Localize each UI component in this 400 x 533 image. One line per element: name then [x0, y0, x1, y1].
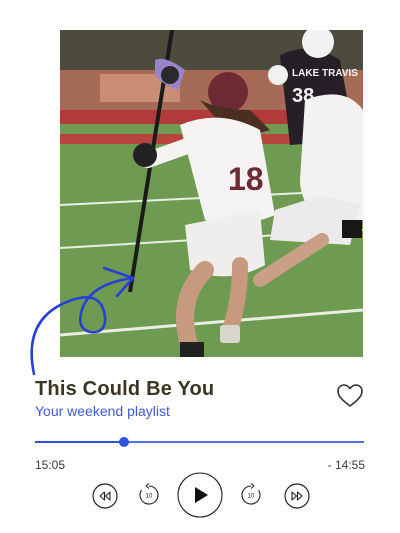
jersey-number-front: 18	[228, 161, 264, 197]
doodle-arrow-icon	[30, 266, 135, 376]
progress-bar[interactable]	[35, 436, 364, 447]
fast-forward-icon	[284, 483, 310, 509]
track-subtitle: Your weekend playlist	[35, 403, 170, 419]
rewind-icon	[92, 483, 118, 509]
play-button[interactable]	[177, 472, 223, 518]
progress-fill	[35, 441, 124, 443]
remaining-time: - 14:55	[327, 458, 365, 472]
skip-forward-10-icon: 10	[241, 483, 261, 505]
jersey-text: LAKE TRAVIS	[292, 68, 358, 79]
track-title: This Could Be You	[35, 378, 215, 400]
rewind-button[interactable]	[92, 483, 118, 509]
skip-back-10-button[interactable]: 10	[137, 482, 161, 508]
skip-forward-seconds: 10	[248, 494, 255, 500]
heart-icon	[337, 384, 363, 407]
like-button[interactable]	[336, 382, 364, 410]
play-icon	[177, 472, 223, 518]
progress-handle[interactable]	[118, 436, 129, 447]
elapsed-time: 15:05	[35, 458, 66, 472]
skip-forward-10-button[interactable]: 10	[239, 482, 263, 508]
fast-forward-button[interactable]	[284, 483, 310, 509]
skip-back-10-icon: 10	[139, 483, 159, 505]
skip-back-seconds: 10	[146, 494, 153, 500]
